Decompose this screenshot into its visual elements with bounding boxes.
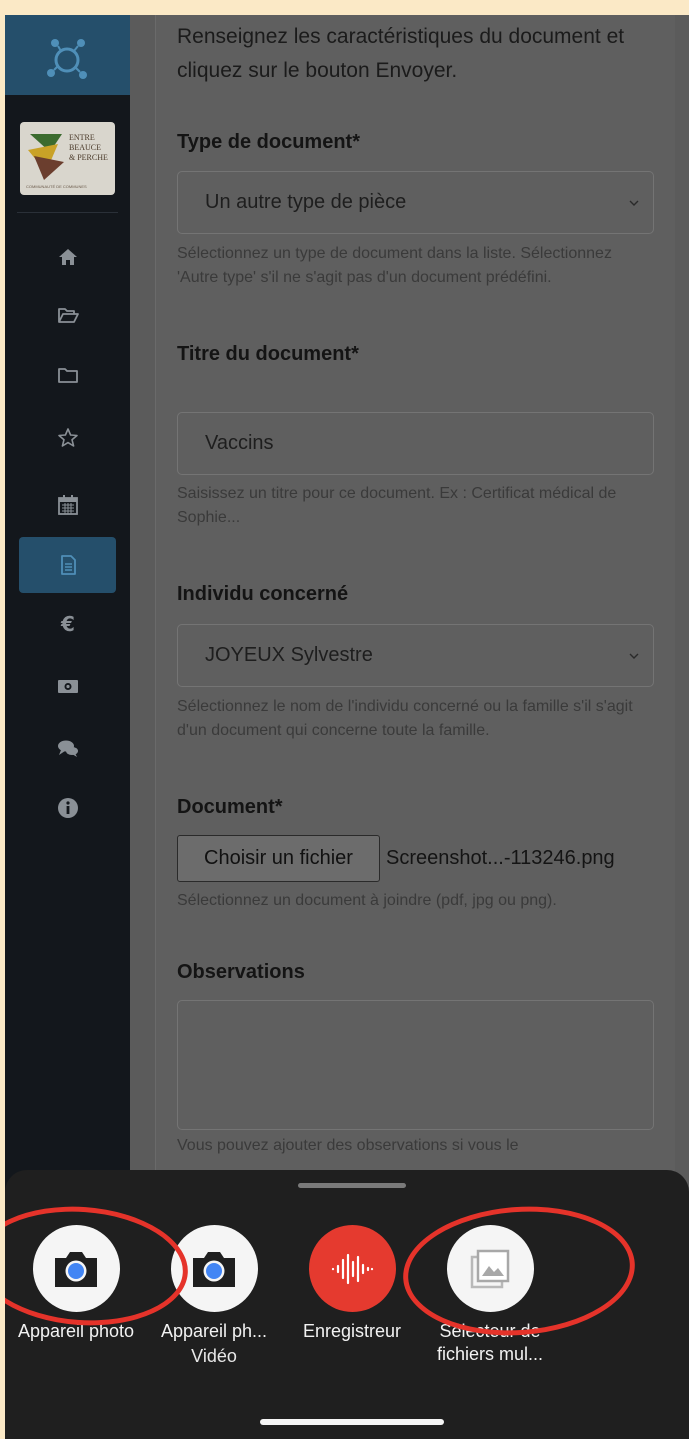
sidebar-item-folder[interactable] — [19, 347, 116, 403]
file-chooser-sheet: Appareil photo Appareil ph... Vidéo Enre… — [5, 1170, 689, 1439]
person-select[interactable]: JOYEUX Sylvestre — [177, 624, 654, 687]
money-icon — [57, 680, 78, 693]
camera-icon — [32, 1225, 120, 1312]
observations-label: Observations — [177, 961, 305, 983]
sidebar-item-payments[interactable] — [19, 658, 116, 714]
document-title-label: Titre du document* — [177, 343, 359, 365]
document-title-help: Saisissez un titre pour ce document. Ex … — [177, 485, 617, 526]
sidebar-item-calendar[interactable] — [19, 477, 116, 533]
app-brand[interactable] — [5, 15, 130, 95]
app-label: Appareil photo — [17, 1321, 135, 1341]
community-logo-image: ENTRE BEAUCE & PERCHE COMMUNAUTÉ DE COMM… — [26, 133, 108, 189]
app-sublabel: Vidéo — [191, 1346, 237, 1366]
observations-help: Vous pouvez ajouter des observations si … — [177, 1137, 519, 1154]
document-title-input[interactable]: Vaccins — [177, 412, 654, 475]
home-icon — [58, 249, 77, 265]
info-icon — [57, 798, 78, 818]
sidebar-item-messages[interactable] — [19, 720, 116, 776]
recorder-icon — [308, 1225, 396, 1312]
document-file-label: Document* — [177, 796, 283, 818]
app-camera-photo[interactable]: Appareil photo — [6, 1225, 146, 1343]
gallery-icon — [446, 1225, 534, 1312]
app-file-picker[interactable]: Sélecteur de fichiers mul... — [420, 1225, 560, 1366]
svg-text:BEAUCE: BEAUCE — [69, 143, 101, 152]
app-label: Enregistreur — [302, 1321, 402, 1341]
person-label: Individu concerné — [177, 583, 349, 605]
selected-file-name: Screenshot...-113246.png — [386, 847, 615, 869]
sheet-drag-handle[interactable] — [298, 1183, 406, 1188]
sidebar-separator — [17, 212, 118, 213]
folder-icon — [57, 368, 78, 383]
sidebar-item-billing[interactable]: € — [19, 595, 116, 651]
form-intro: Renseignez les caractéristiques du docum… — [177, 25, 625, 82]
sidebar-item-home[interactable] — [19, 229, 116, 285]
comments-icon — [57, 740, 78, 757]
sidebar-item-favorites[interactable] — [19, 410, 116, 466]
document-icon — [60, 555, 76, 575]
app-label: Appareil ph... — [160, 1321, 268, 1341]
document-type-help: Sélectionnez un type de document dans la… — [177, 245, 612, 286]
observations-textarea[interactable] — [177, 1000, 654, 1130]
folder-open-icon — [57, 308, 79, 323]
sidebar-item-documents[interactable] — [19, 537, 116, 593]
person-value: JOYEUX Sylvestre — [205, 644, 373, 666]
document-type-value: Un autre type de pièce — [205, 191, 407, 213]
chevron-down-icon — [629, 653, 639, 659]
camera-icon — [170, 1225, 258, 1312]
star-icon — [57, 428, 78, 447]
euro-icon: € — [60, 612, 75, 635]
document-type-select[interactable]: Un autre type de pièce — [177, 171, 654, 234]
calendar-icon — [57, 495, 78, 515]
document-file-help: Sélectionnez un document à joindre (pdf,… — [177, 892, 557, 909]
phone-screen: ENTRE BEAUCE & PERCHE COMMUNAUTÉ DE COMM… — [5, 15, 689, 1439]
person-help: Sélectionnez le nom de l'individu concer… — [177, 698, 633, 739]
home-indicator — [260, 1419, 444, 1425]
sidebar-item-info[interactable] — [19, 780, 116, 836]
app-recorder[interactable]: Enregistreur — [282, 1225, 422, 1343]
app-label: Sélecteur de fichiers mul... — [436, 1321, 544, 1364]
svg-text:COMMUNAUTÉ DE COMMUNES: COMMUNAUTÉ DE COMMUNES — [26, 184, 87, 189]
document-type-label: Type de document* — [177, 131, 360, 153]
document-title-value: Vaccins — [205, 432, 274, 454]
community-logo: ENTRE BEAUCE & PERCHE COMMUNAUTÉ DE COMM… — [20, 122, 115, 195]
sidebar-item-folder-open[interactable] — [19, 287, 116, 343]
svg-text:& PERCHE: & PERCHE — [69, 153, 108, 162]
network-logo-icon — [47, 39, 87, 79]
chevron-down-icon — [629, 200, 639, 206]
svg-text:€: € — [60, 612, 75, 635]
choose-file-button[interactable]: Choisir un fichier — [177, 835, 380, 882]
svg-text:ENTRE: ENTRE — [69, 133, 95, 142]
app-camera-video[interactable]: Appareil ph... Vidéo — [144, 1225, 284, 1369]
